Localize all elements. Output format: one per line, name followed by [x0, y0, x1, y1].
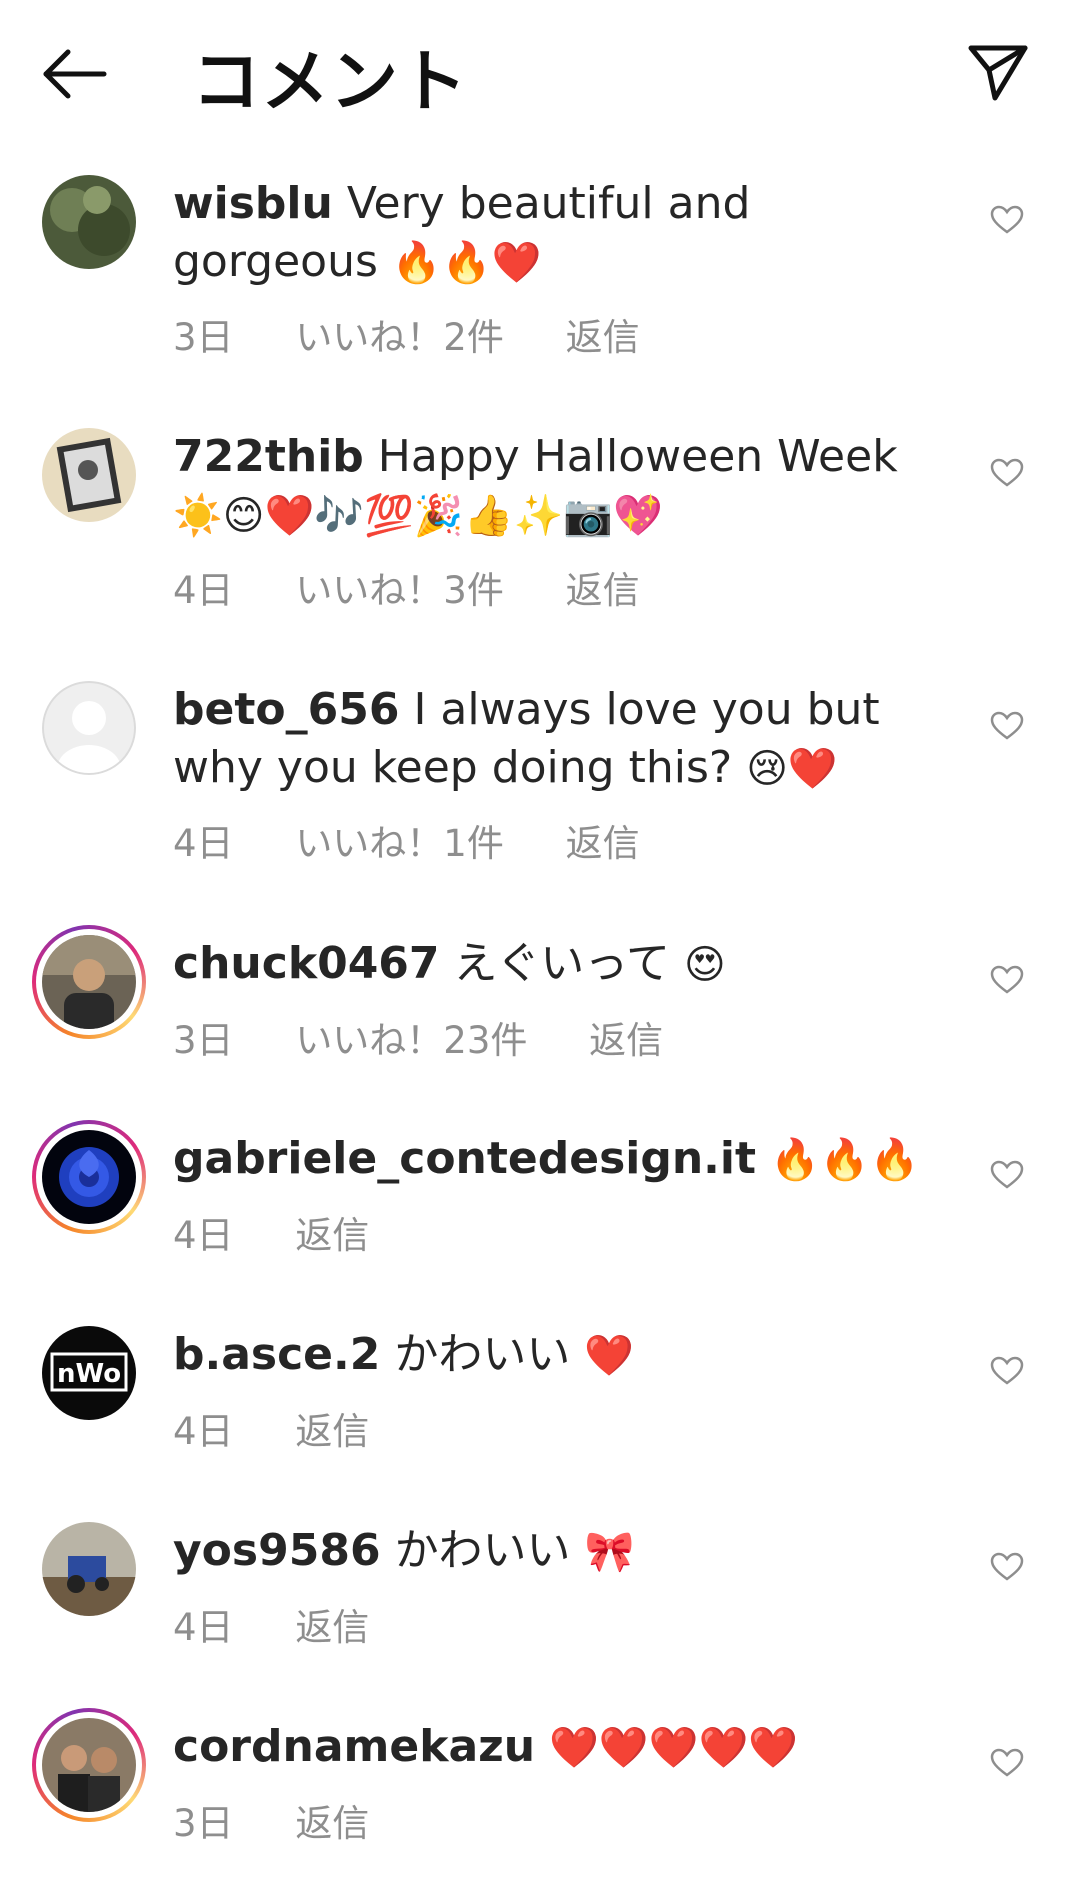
comment-emojis: ☀️😊❤️🎶💯🎉👍✨📷💖 — [173, 493, 663, 539]
comment-text: gabriele_contedesign.it 🔥🔥🔥 — [173, 1130, 933, 1189]
comment-like-count[interactable]: いいね！3件 — [295, 560, 504, 614]
reply-button[interactable]: 返信 — [295, 1597, 369, 1651]
comment-text: yos9586 かわいい 🎀 — [173, 1522, 933, 1581]
avatar[interactable] — [42, 428, 136, 522]
avatar-image — [42, 935, 136, 1029]
avatar[interactable] — [42, 175, 136, 269]
avatar-image — [42, 428, 136, 522]
heart-outline-icon[interactable] — [990, 1748, 1024, 1778]
comment-emojis: 😍 — [684, 942, 726, 988]
heart-outline-icon[interactable] — [990, 205, 1024, 235]
comment-emojis: 😢❤️ — [746, 746, 838, 792]
comment-time: 4日 — [173, 1214, 234, 1257]
avatar-story-ring[interactable] — [32, 1708, 146, 1822]
comment-meta: 4日 返信 — [173, 1205, 419, 1259]
comment-username[interactable]: gabriele_contedesign.it — [173, 1133, 756, 1184]
comment-emojis: ❤️❤️❤️❤️❤️ — [549, 1725, 799, 1771]
comment-username[interactable]: cordnamekazu — [173, 1721, 535, 1772]
avatar-story-ring[interactable] — [32, 1120, 146, 1234]
comment-text: cordnamekazu ❤️❤️❤️❤️❤️ — [173, 1718, 933, 1777]
header-bar: コメント — [0, 0, 1080, 150]
comment-time: 3日 — [173, 1802, 234, 1845]
avatar[interactable] — [42, 681, 136, 775]
comment-time: 3日 — [173, 316, 234, 359]
reply-button[interactable]: 返信 — [589, 1010, 663, 1064]
comment-username[interactable]: yos9586 — [173, 1525, 381, 1576]
avatar-image — [42, 175, 136, 269]
heart-outline-icon[interactable] — [990, 965, 1024, 995]
comment-emojis: 🔥🔥❤️ — [391, 240, 542, 286]
comment-meta: 4日 いいね！3件 返信 — [173, 560, 690, 614]
comment-text: beto_656 I always love you but why you k… — [173, 681, 933, 798]
comment-time: 3日 — [173, 1019, 234, 1062]
avatar-image — [42, 1718, 136, 1812]
heart-outline-icon[interactable] — [990, 711, 1024, 741]
comment-like-count[interactable]: いいね！23件 — [295, 1010, 527, 1064]
comment-time: 4日 — [173, 822, 234, 865]
heart-outline-icon[interactable] — [990, 1160, 1024, 1190]
reply-button[interactable]: 返信 — [566, 813, 640, 867]
comment-meta: 4日 いいね！1件 返信 — [173, 813, 690, 867]
comment-like-count[interactable]: いいね！2件 — [295, 307, 504, 361]
comment-text: wisblu Very beautiful and gorgeous 🔥🔥❤️ — [173, 175, 933, 292]
comment-time: 4日 — [173, 569, 234, 612]
avatar[interactable]: nWo — [42, 1326, 136, 1420]
reply-button[interactable]: 返信 — [295, 1793, 369, 1847]
reply-button[interactable]: 返信 — [566, 560, 640, 614]
comment-meta: 4日 返信 — [173, 1597, 419, 1651]
comment-message: かわいい — [394, 1329, 571, 1380]
reply-button[interactable]: 返信 — [566, 307, 640, 361]
heart-outline-icon[interactable] — [990, 1552, 1024, 1582]
comment-username[interactable]: beto_656 — [173, 684, 399, 735]
comment-like-count[interactable]: いいね！1件 — [295, 813, 504, 867]
avatar-image — [42, 1130, 136, 1224]
avatar-image — [42, 1522, 136, 1616]
comment-username[interactable]: chuck0467 — [173, 938, 440, 989]
avatar[interactable] — [42, 1522, 136, 1616]
comment-emojis: 🔥🔥🔥 — [770, 1137, 920, 1183]
default-avatar-icon — [42, 681, 136, 775]
comment-text: b.asce.2 かわいい ❤️ — [173, 1326, 933, 1385]
comment-username[interactable]: wisblu — [173, 178, 333, 229]
back-arrow-icon[interactable] — [40, 44, 110, 104]
reply-button[interactable]: 返信 — [295, 1401, 369, 1455]
comment-emojis: 🎀 — [584, 1529, 635, 1575]
comment-text: chuck0467 えぐいって 😍 — [173, 935, 933, 994]
send-icon[interactable] — [965, 40, 1031, 106]
comment-meta: 3日 返信 — [173, 1793, 419, 1847]
page-title: コメント — [192, 43, 469, 122]
comment-message: えぐいって — [453, 938, 671, 989]
comment-meta: 3日 いいね！2件 返信 — [173, 307, 690, 361]
comment-text: 722thib Happy Halloween Week ☀️😊❤️🎶💯🎉👍✨📷… — [173, 428, 933, 545]
avatar-badge-text: nWo — [57, 1359, 121, 1389]
comment-time: 4日 — [173, 1606, 234, 1649]
comment-message: Happy Halloween Week — [377, 431, 898, 482]
comment-time: 4日 — [173, 1410, 234, 1453]
comment-message: かわいい — [394, 1525, 571, 1576]
heart-outline-icon[interactable] — [990, 1356, 1024, 1386]
reply-button[interactable]: 返信 — [295, 1205, 369, 1259]
comment-meta: 3日 いいね！23件 返信 — [173, 1010, 713, 1064]
comment-username[interactable]: 722thib — [173, 431, 364, 482]
comment-emojis: ❤️ — [584, 1333, 635, 1379]
avatar-story-ring[interactable] — [32, 925, 146, 1039]
comment-username[interactable]: b.asce.2 — [173, 1329, 380, 1380]
comment-meta: 4日 返信 — [173, 1401, 419, 1455]
avatar-image: nWo — [42, 1326, 136, 1420]
heart-outline-icon[interactable] — [990, 458, 1024, 488]
